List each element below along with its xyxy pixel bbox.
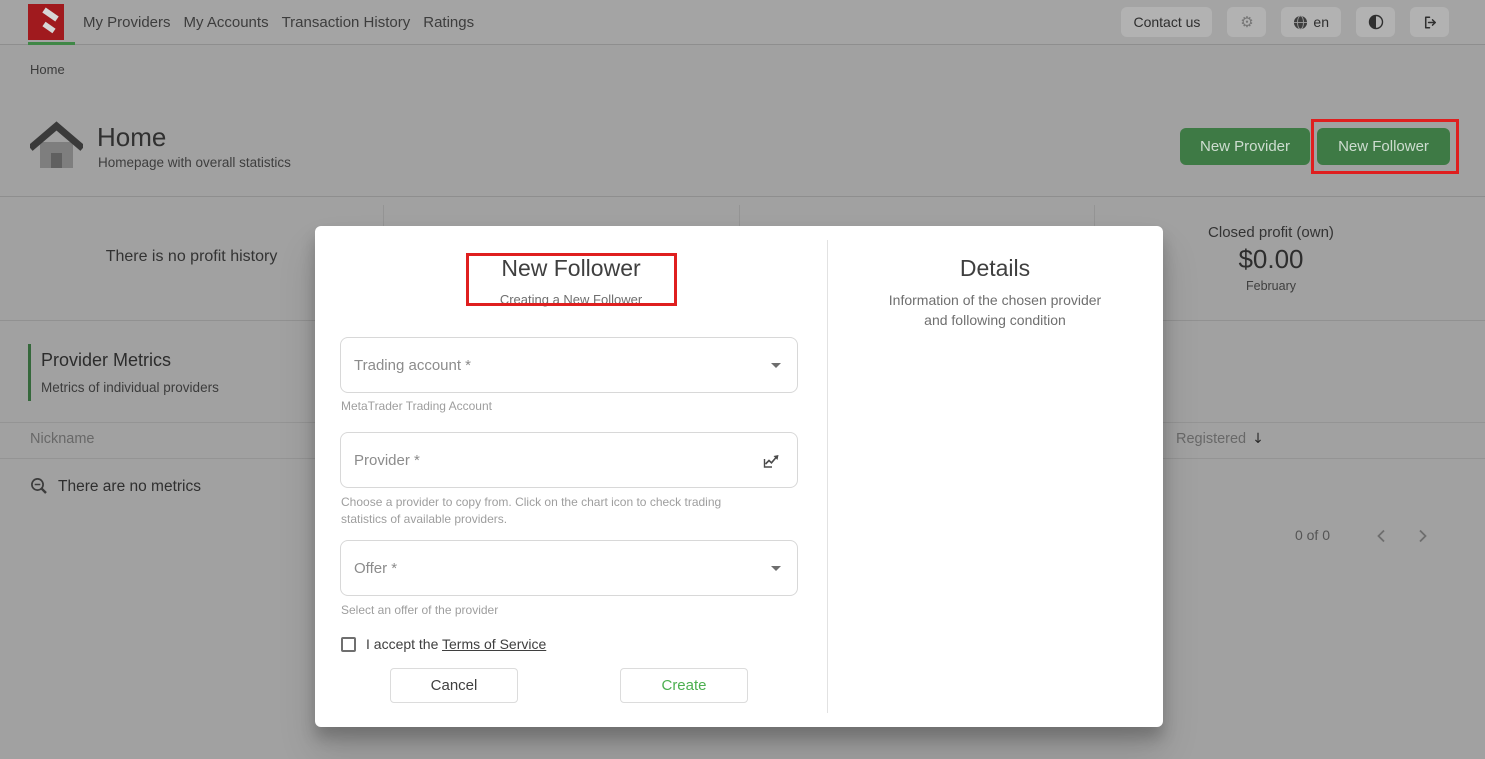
language-button[interactable]: en bbox=[1281, 7, 1341, 37]
breadcrumb[interactable]: Home bbox=[30, 62, 65, 77]
settings-button[interactable]: ⚙ bbox=[1227, 7, 1266, 37]
nav-item-my-accounts[interactable]: My Accounts bbox=[184, 14, 269, 31]
details-title: Details bbox=[827, 255, 1163, 282]
column-header-nickname[interactable]: Nickname bbox=[30, 431, 94, 447]
nav-item-transaction-history[interactable]: Transaction History bbox=[282, 14, 411, 31]
stats-top-divider bbox=[0, 196, 1485, 197]
app-logo-icon[interactable] bbox=[28, 4, 64, 40]
contact-us-button[interactable]: Contact us bbox=[1121, 7, 1212, 37]
section-accent-bar bbox=[28, 344, 31, 401]
new-follower-button[interactable]: New Follower bbox=[1317, 128, 1450, 165]
zoom-out-icon bbox=[30, 477, 49, 496]
nav-item-my-providers[interactable]: My Providers bbox=[83, 14, 171, 31]
trading-account-helper: MetaTrader Trading Account bbox=[341, 398, 492, 415]
chart-icon[interactable] bbox=[762, 451, 781, 470]
chevron-down-icon bbox=[771, 566, 781, 571]
page-title: Home bbox=[97, 122, 166, 153]
provider-helper: Choose a provider to copy from. Click on… bbox=[341, 494, 741, 528]
logout-button[interactable] bbox=[1410, 7, 1449, 37]
nav-menu: My Providers My Accounts Transaction His… bbox=[83, 0, 474, 45]
nav-item-ratings[interactable]: Ratings bbox=[423, 14, 474, 31]
nav-actions: Contact us ⚙ en bbox=[1121, 7, 1449, 37]
empty-metrics-message: There are no metrics bbox=[58, 478, 201, 496]
provider-select[interactable]: Provider * bbox=[340, 432, 798, 488]
new-provider-button[interactable]: New Provider bbox=[1180, 128, 1310, 165]
dialog-subtitle: Creating a New Follower bbox=[315, 292, 827, 307]
sort-desc-icon: ↓ bbox=[1252, 431, 1264, 447]
provider-metrics-subtitle: Metrics of individual providers bbox=[41, 380, 219, 395]
home-icon bbox=[30, 118, 83, 172]
empty-metrics-row: There are no metrics bbox=[30, 477, 201, 496]
trading-account-label: Trading account * bbox=[354, 357, 771, 374]
details-subtitle-text: Information of the chosen provider and f… bbox=[878, 290, 1113, 331]
registered-label: Registered bbox=[1176, 431, 1246, 447]
provider-label: Provider * bbox=[354, 452, 762, 469]
create-button[interactable]: Create bbox=[620, 668, 748, 703]
trading-account-select[interactable]: Trading account * bbox=[340, 337, 798, 393]
language-label: en bbox=[1313, 14, 1329, 30]
terms-label: I accept the Terms of Service bbox=[366, 636, 546, 652]
offer-label: Offer * bbox=[354, 560, 771, 577]
new-follower-dialog: New Follower Creating a New Follower Tra… bbox=[315, 226, 1163, 727]
logout-icon bbox=[1421, 14, 1438, 31]
column-header-registered[interactable]: Registered ↓ bbox=[1176, 431, 1264, 447]
gear-icon: ⚙ bbox=[1240, 13, 1253, 31]
page-subtitle: Homepage with overall statistics bbox=[98, 155, 291, 170]
provider-metrics-title: Provider Metrics bbox=[41, 350, 171, 371]
terms-of-service-link[interactable]: Terms of Service bbox=[442, 636, 546, 652]
globe-icon bbox=[1293, 15, 1308, 30]
theme-toggle-button[interactable] bbox=[1356, 7, 1395, 37]
offer-select[interactable]: Offer * bbox=[340, 540, 798, 596]
top-nav-bar: My Providers My Accounts Transaction His… bbox=[0, 0, 1485, 45]
terms-row: I accept the Terms of Service bbox=[341, 636, 546, 652]
terms-checkbox[interactable] bbox=[341, 637, 356, 652]
details-subtitle: Information of the chosen provider and f… bbox=[827, 290, 1163, 331]
pagination-label: 0 of 0 bbox=[1230, 527, 1330, 543]
pagination-prev-icon[interactable] bbox=[1374, 528, 1390, 544]
pagination-next-icon[interactable] bbox=[1414, 528, 1430, 544]
offer-helper: Select an offer of the provider bbox=[341, 602, 498, 619]
chevron-down-icon bbox=[771, 363, 781, 368]
terms-prefix: I accept the bbox=[366, 636, 442, 652]
cancel-button[interactable]: Cancel bbox=[390, 668, 518, 703]
dialog-title: New Follower bbox=[315, 255, 827, 282]
active-nav-indicator bbox=[28, 42, 75, 45]
contrast-icon bbox=[1368, 14, 1384, 30]
